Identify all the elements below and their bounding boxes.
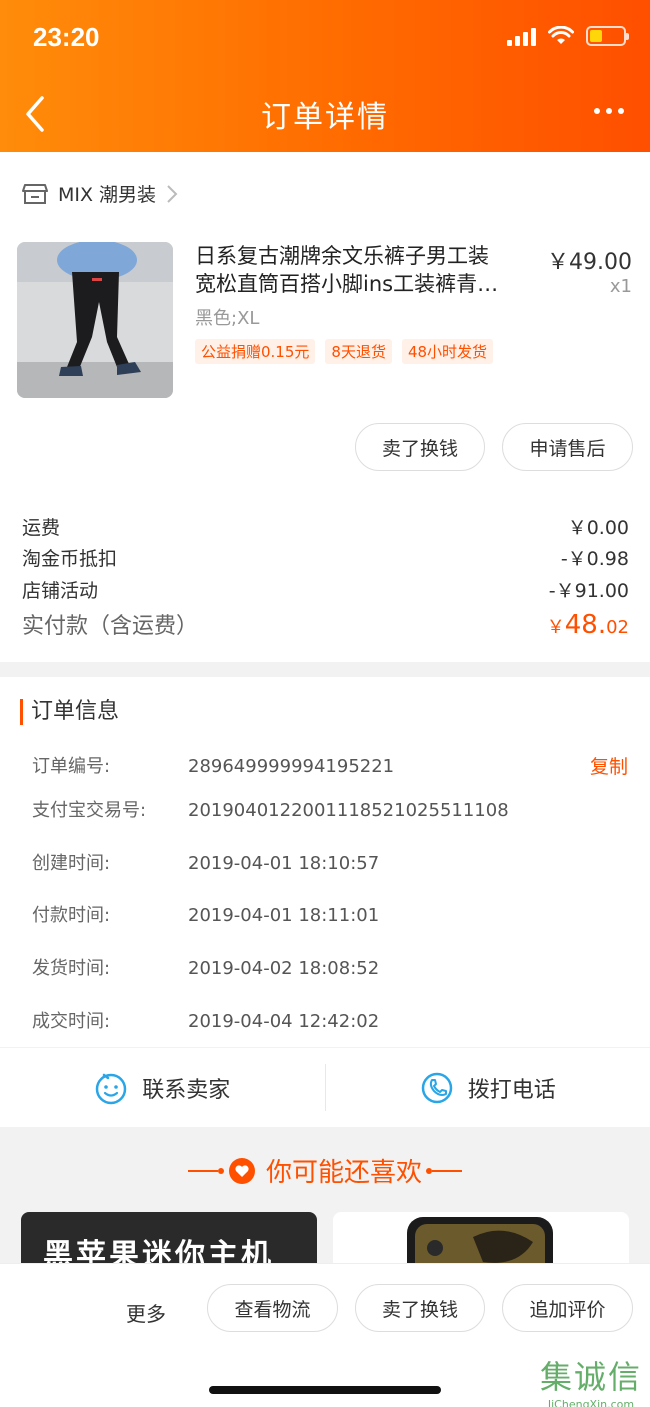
- recommend-title: 你可能还喜欢: [0, 1152, 650, 1189]
- product-title-line1: 日系复古潮牌余文乐裤子男工装: [195, 244, 489, 268]
- chevron-right-icon: [167, 184, 178, 203]
- header-bar: 23:20 订单详情: [0, 0, 650, 152]
- info-row-order-no: 订单编号: 289649999994195221: [32, 752, 394, 778]
- chat-face-icon: [95, 1073, 127, 1104]
- product-qty: x1: [609, 276, 632, 297]
- fee-value: ￥0.00: [567, 517, 629, 539]
- product-title-line2: 宽松直筒百搭小脚ins工装裤青…: [195, 272, 499, 296]
- total-dec: 02: [606, 617, 629, 638]
- info-value: 2019-04-02 18:08:52: [188, 958, 380, 979]
- wifi-icon: [548, 26, 574, 44]
- fee-label: 淘金币抵扣: [22, 548, 118, 570]
- info-row-created: 创建时间: 2019-04-01 18:10:57: [32, 849, 379, 875]
- fee-row-shipping: 运费 ￥0.00: [22, 513, 629, 540]
- info-row-paid: 付款时间: 2019-04-01 18:11:01: [32, 901, 379, 927]
- watermark-url: JiChengXin.com: [547, 1398, 635, 1407]
- title-line-left: [187, 1167, 224, 1174]
- product-title[interactable]: 日系复古潮牌余文乐裤子男工装 宽松直筒百搭小脚ins工装裤青…: [195, 242, 530, 298]
- info-row-completed: 成交时间: 2019-04-04 12:42:02: [32, 1007, 379, 1033]
- battery-icon: [586, 26, 629, 46]
- order-info-section: 订单信息 复制 订单编号: 289649999994195221 支付宝交易号: 2…: [0, 677, 650, 1127]
- fee-row-promo: 店铺活动 -￥91.00: [22, 576, 629, 603]
- home-indicator[interactable]: [209, 1386, 441, 1394]
- status-time: 23:20: [33, 22, 100, 52]
- total-label: 实付款（含运费）: [22, 614, 199, 639]
- total-row: 实付款（含运费） ￥48.02: [22, 608, 629, 640]
- contact-seller-label: 联系卖家: [142, 1077, 231, 1103]
- info-value: 2019-04-01 18:10:57: [188, 853, 380, 874]
- page-title: 订单详情: [261, 100, 389, 135]
- watermark-logo: 集诚信 JiChengXin.com: [540, 1352, 642, 1407]
- tag-return: 8天退货: [325, 339, 392, 364]
- tag-shipping: 48小时发货: [401, 339, 494, 364]
- phone-icon: [421, 1072, 452, 1103]
- info-key: 成交时间:: [32, 1011, 111, 1032]
- call-phone-button[interactable]: 拨打电话: [326, 1048, 650, 1127]
- order-info-title: 订单信息: [20, 699, 119, 725]
- title-line-right: [426, 1167, 462, 1174]
- sell-bottom-button[interactable]: 卖了换钱: [355, 1284, 485, 1332]
- fee-row-coins: 淘金币抵扣 -￥0.98: [22, 544, 629, 571]
- call-phone-label: 拨打电话: [467, 1077, 556, 1103]
- fee-value: -￥0.98: [560, 548, 629, 570]
- recommend-title-text: 你可能还喜欢: [265, 1158, 422, 1188]
- product-card: MIX 潮男装 日系复古潮牌余文乐裤子男工装 宽松直筒百搭小脚ins工装裤青… …: [0, 152, 650, 662]
- contact-seller-button[interactable]: 联系卖家: [0, 1048, 325, 1127]
- status-icons: [507, 26, 629, 46]
- product-tags: 公益捐赠0.15元 8天退货 48小时发货: [195, 339, 494, 364]
- shop-name: MIX 潮男装: [58, 184, 157, 206]
- contact-bar: 联系卖家 拨打电话: [0, 1047, 650, 1127]
- info-value: 2019040122001118521025511108: [188, 800, 509, 821]
- total-currency: ￥: [546, 617, 565, 638]
- signal-icon: [507, 26, 536, 46]
- fee-value: -￥91.00: [548, 580, 629, 602]
- more-icon[interactable]: [594, 104, 628, 118]
- info-key: 付款时间:: [32, 905, 111, 926]
- tag-donation: 公益捐赠0.15元: [195, 339, 316, 364]
- product-sku: 黑色;XL: [195, 308, 260, 329]
- fee-label: 运费: [22, 517, 61, 539]
- more-button[interactable]: 更多: [126, 1298, 166, 1327]
- total-amount: ￥48.02: [547, 610, 629, 640]
- product-price: ￥49.00: [547, 250, 632, 275]
- info-value: 289649999994195221: [188, 756, 395, 777]
- sell-button[interactable]: 卖了换钱: [355, 423, 485, 471]
- fee-label: 店铺活动: [22, 580, 99, 602]
- info-row-shipped: 发货时间: 2019-04-02 18:08:52: [32, 954, 379, 980]
- info-key: 订单编号:: [32, 756, 111, 777]
- info-key: 发货时间:: [32, 958, 111, 979]
- heart-icon: [228, 1157, 255, 1184]
- info-value: 2019-04-04 12:42:02: [188, 1011, 380, 1032]
- view-logistics-button[interactable]: 查看物流: [207, 1284, 338, 1332]
- info-row-alipay-no: 支付宝交易号: 2019040122001118521025511108: [32, 796, 509, 822]
- after-sale-button[interactable]: 申请售后: [502, 423, 633, 471]
- bottom-action-bar: 更多 查看物流 卖了换钱 追加评价 集诚信 JiChengXin.com: [0, 1263, 650, 1407]
- watermark-text: 集诚信: [539, 1358, 642, 1396]
- info-value: 2019-04-01 18:11:01: [188, 905, 380, 926]
- shop-icon: [22, 183, 48, 204]
- total-int: 48.: [564, 610, 607, 640]
- info-key: 支付宝交易号:: [32, 800, 147, 821]
- info-key: 创建时间:: [32, 853, 111, 874]
- copy-button[interactable]: 复制: [590, 752, 628, 779]
- product-image[interactable]: [17, 242, 173, 398]
- add-review-button[interactable]: 追加评价: [502, 1284, 633, 1332]
- product-photo: [17, 242, 173, 398]
- shop-link[interactable]: MIX 潮男装: [22, 180, 178, 207]
